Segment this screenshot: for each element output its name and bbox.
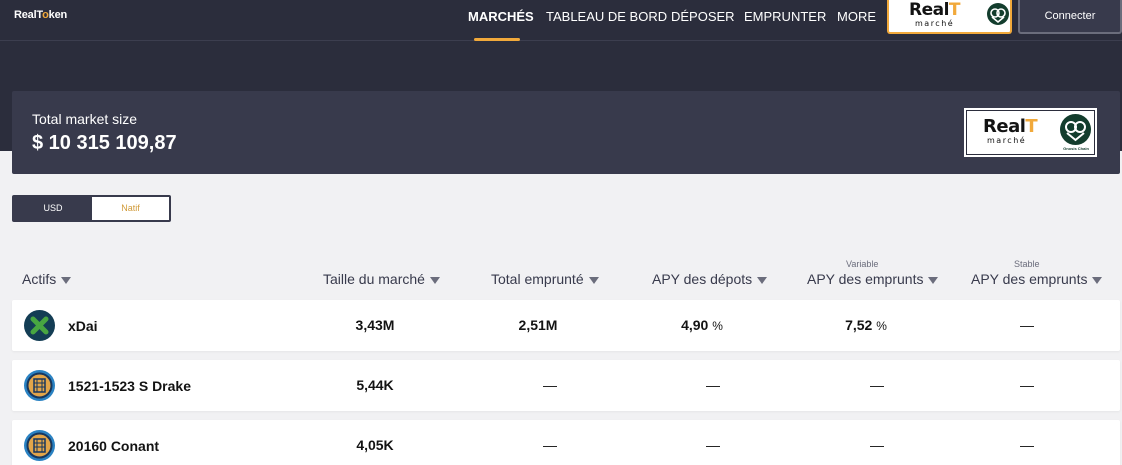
deposit-apy-value: 4,90 (681, 317, 709, 333)
total-borrowed-cell: 2,51M (518, 317, 558, 333)
header-market-size[interactable]: Taille du marché (323, 271, 440, 287)
asset-name: xDai (68, 318, 98, 334)
logo-part: T (948, 0, 961, 20)
header-asset-label: Actifs (22, 271, 57, 287)
market-selector-button[interactable]: RealT marché (887, 0, 1012, 34)
variable-apy-cell: — (870, 437, 884, 453)
logo-part: RealT (14, 9, 43, 21)
nav-deposit[interactable]: DÉPOSER (671, 9, 735, 41)
deposit-apy-cell: 4,90 % (642, 317, 762, 333)
variable-apy-cell: 7,52 % (806, 317, 926, 333)
sort-arrow-icon (928, 276, 939, 284)
header-variable-apy[interactable]: APY des emprunts (807, 271, 939, 287)
deposit-apy-cell: — (706, 437, 720, 453)
connect-wallet-button[interactable]: Connecter (1018, 0, 1122, 34)
nav-borrow[interactable]: EMPRUNTER (744, 9, 826, 41)
logo-part: T (1025, 116, 1038, 137)
header-stable-apy[interactable]: APY des emprunts (971, 271, 1103, 287)
nav-dashboard[interactable]: TABLEAU DE BORD (546, 9, 667, 41)
logo-subtitle: marché (915, 19, 955, 28)
toggle-usd[interactable]: USD (14, 197, 92, 220)
header-market-size-label: Taille du marché (323, 271, 425, 287)
table-row[interactable]: 20160 Conant 4,05K — — — — (12, 420, 1120, 465)
percent-unit: % (712, 319, 723, 333)
stable-apy-cell: — (1020, 317, 1034, 333)
percent-unit: % (876, 319, 887, 333)
gnosis-chain-icon (1060, 114, 1091, 145)
header-variable-apy-label: APY des emprunts (807, 271, 924, 287)
logo-part: ken (48, 9, 68, 21)
header-deposit-apy[interactable]: APY des dépots (652, 271, 768, 287)
total-market-size-label: Total market size (32, 111, 138, 127)
sort-arrow-icon (1092, 276, 1103, 284)
table-row[interactable]: xDai 3,43M 2,51M 4,90 % 7,52 % — (12, 300, 1120, 351)
realtoken-logo[interactable]: RealToken (14, 9, 67, 21)
sort-arrow-icon (757, 276, 768, 284)
toggle-native[interactable]: Natif (92, 197, 169, 220)
xdai-icon (24, 310, 55, 341)
market-size-cell: 3,43M (355, 317, 395, 333)
market-size-cell: 5,44K (356, 377, 394, 393)
property-token-icon (24, 370, 55, 401)
total-borrowed-cell: — (543, 377, 557, 393)
stable-apy-cell: — (1020, 377, 1034, 393)
nav-markets[interactable]: MARCHÉS (468, 9, 534, 41)
realt-marche-logo: RealT (909, 0, 961, 20)
header-asset[interactable]: Actifs (22, 271, 72, 287)
logo-part: Real (983, 116, 1026, 137)
header-variable-caption: Variable (846, 259, 879, 269)
realt-marche-logo: RealT (983, 116, 1038, 137)
total-borrowed-cell: — (543, 437, 557, 453)
deposit-apy-cell: — (706, 377, 720, 393)
stable-apy-cell: — (1020, 437, 1034, 453)
gnosis-chain-icon (987, 3, 1009, 25)
sort-arrow-icon (429, 276, 440, 284)
currency-toggle[interactable]: USD Natif (12, 195, 171, 222)
variable-apy-cell: — (870, 377, 884, 393)
sort-arrow-icon (588, 276, 599, 284)
market-size-cell: 4,05K (356, 437, 394, 453)
header-total-borrowed[interactable]: Total emprunté (491, 271, 599, 287)
sort-arrow-icon (61, 276, 72, 284)
market-summary-card: Total market size $ 10 315 109,87 RealT … (12, 91, 1120, 174)
gnosis-chain-label: Gnosis Chain (1063, 146, 1089, 151)
nav-more[interactable]: MORE (837, 9, 876, 41)
asset-name: 20160 Conant (68, 438, 160, 454)
top-navbar: RealToken MARCHÉS TABLEAU DE BORD DÉPOSE… (0, 0, 1122, 41)
table-row[interactable]: 1521-1523 S Drake 5,44K — — — — (12, 360, 1120, 411)
header-total-borrowed-label: Total emprunté (491, 271, 584, 287)
variable-apy-value: 7,52 (845, 317, 873, 333)
header-stable-apy-label: APY des emprunts (971, 271, 1088, 287)
property-token-icon (24, 430, 55, 461)
logo-part: Real (909, 0, 949, 20)
header-stable-caption: Stable (1014, 259, 1040, 269)
total-market-size-value: $ 10 315 109,87 (32, 132, 177, 154)
realt-gnosis-badge: RealT marché Gnosis Chain (964, 108, 1097, 157)
logo-subtitle: marché (987, 136, 1027, 145)
header-deposit-apy-label: APY des dépots (652, 271, 753, 287)
asset-name: 1521-1523 S Drake (68, 378, 191, 394)
